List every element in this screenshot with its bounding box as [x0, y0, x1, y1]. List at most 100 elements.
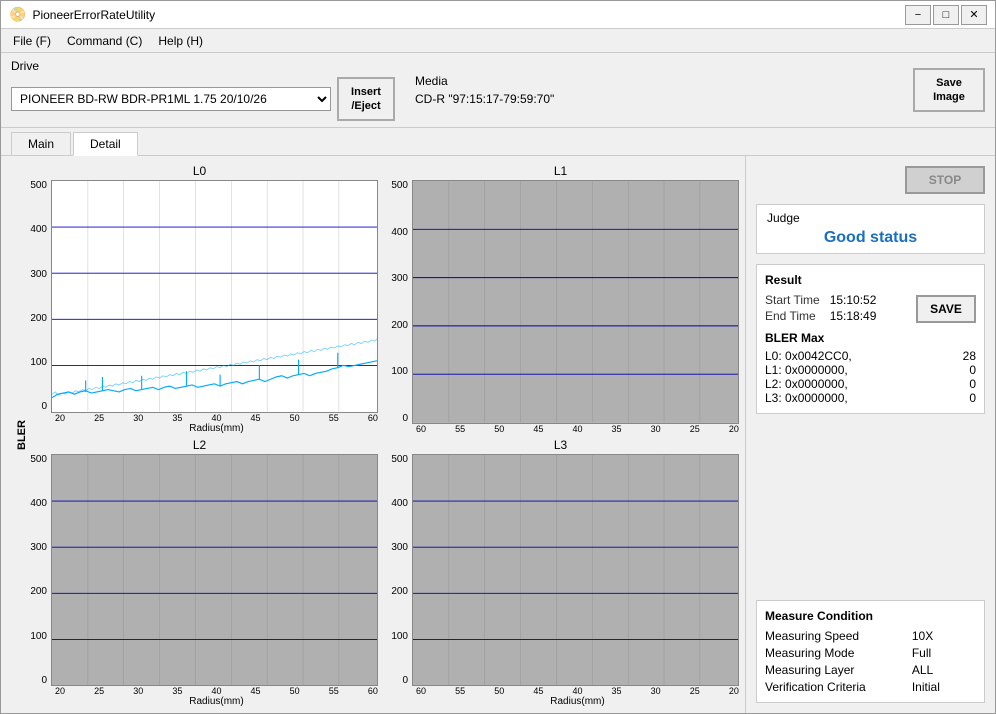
bler-l2-key: L2: 0x0000000, — [765, 377, 848, 391]
chart-l2-inner — [51, 454, 378, 687]
spacer — [756, 424, 985, 590]
bler-l2-row: L2: 0x0000000, 0 — [765, 377, 976, 391]
save-button[interactable]: SAVE — [916, 295, 976, 323]
chart-l3-x-labels: 60 55 50 45 40 35 30 25 20 — [382, 686, 739, 696]
measuring-mode-value: Full — [912, 646, 976, 660]
y-label: 100 — [30, 357, 47, 368]
y-label: 500 — [30, 180, 47, 191]
y-label: 400 — [30, 224, 47, 235]
chart-l0-y-axis: 500 400 300 200 100 0 — [21, 180, 51, 413]
tab-main[interactable]: Main — [11, 132, 71, 155]
drive-group: Drive PIONEER BD-RW BDR-PR1ML 1.75 20/10… — [11, 59, 395, 121]
menu-bar: File (F) Command (C) Help (H) — [1, 29, 995, 53]
media-label: Media — [415, 74, 893, 88]
toolbar: Drive PIONEER BD-RW BDR-PR1ML 1.75 20/10… — [1, 53, 995, 128]
close-button[interactable]: ✕ — [961, 5, 987, 25]
bler-l1-value: 0 — [969, 363, 976, 377]
chart-l3: L3 500 400 300 200 100 0 — [380, 436, 741, 710]
minimize-button[interactable]: − — [905, 5, 931, 25]
result-section: Result Start Time 15:10:52 End Time 15:1… — [756, 264, 985, 414]
judge-status: Good status — [767, 229, 974, 247]
title-bar-controls: − □ ✕ — [905, 5, 987, 25]
chart-l1-y-axis: 500 400 300 200 100 0 — [382, 180, 412, 424]
measuring-layer-label: Measuring Layer — [765, 663, 902, 677]
bler-max-section: BLER Max L0: 0x0042CC0, 28 L1: 0x0000000… — [765, 331, 976, 405]
bler-l0-key: L0: 0x0042CC0, — [765, 349, 852, 363]
menu-file[interactable]: File (F) — [5, 32, 59, 50]
main-content: BLER L0 500 400 300 200 100 0 — [1, 156, 995, 713]
measure-grid: Measuring Speed 10X Measuring Mode Full … — [765, 629, 976, 694]
drive-label: Drive — [11, 59, 395, 73]
main-window: 📀 PioneerErrorRateUtility − □ ✕ File (F)… — [0, 0, 996, 714]
media-group: Media CD-R "97:15:17-79:59:70" — [415, 74, 893, 106]
chart-l2: L2 500 400 300 200 100 0 — [19, 436, 380, 710]
drive-select[interactable]: PIONEER BD-RW BDR-PR1ML 1.75 20/10/26 — [11, 87, 331, 111]
start-time-value: 15:10:52 — [830, 293, 877, 307]
end-time-value: 15:18:49 — [830, 309, 877, 323]
result-grid: Start Time 15:10:52 End Time 15:18:49 — [765, 293, 876, 323]
bler-l3-row: L3: 0x0000000, 0 — [765, 391, 976, 405]
y-label: 200 — [30, 313, 47, 324]
chart-l2-x-labels: 20 25 30 35 40 45 50 55 60 — [21, 686, 378, 696]
chart-l0: L0 500 400 300 200 100 0 — [19, 162, 380, 436]
charts-area: BLER L0 500 400 300 200 100 0 — [1, 156, 745, 713]
chart-l1-inner — [412, 180, 739, 424]
chart-l1: L1 500 400 300 200 100 0 — [380, 162, 741, 436]
charts-grid: L0 500 400 300 200 100 0 — [5, 162, 741, 709]
y-label: 300 — [30, 269, 47, 280]
verification-criteria-value: Initial — [912, 680, 976, 694]
end-time-label: End Time — [765, 309, 820, 323]
tabs-bar: Main Detail — [1, 128, 995, 156]
window-title: PioneerErrorRateUtility — [32, 8, 155, 22]
menu-help[interactable]: Help (H) — [150, 32, 211, 50]
bler-max-title: BLER Max — [765, 331, 976, 345]
chart-l0-title: L0 — [21, 164, 378, 178]
result-header-row: Result Start Time 15:10:52 End Time 15:1… — [765, 273, 976, 323]
tab-detail[interactable]: Detail — [73, 132, 138, 156]
chart-l3-x-axis-label: Radius(mm) — [382, 696, 739, 707]
chart-l0-x-axis-label: Radius(mm) — [21, 423, 378, 434]
y-label: 0 — [41, 401, 47, 412]
result-left: Result Start Time 15:10:52 End Time 15:1… — [765, 273, 876, 323]
title-bar-left: 📀 PioneerErrorRateUtility — [9, 6, 155, 23]
bler-l1-row: L1: 0x0000000, 0 — [765, 363, 976, 377]
chart-l2-y-axis: 500 400 300 200 100 0 — [21, 454, 51, 687]
stop-button[interactable]: STOP — [905, 166, 985, 194]
bler-l2-value: 0 — [969, 377, 976, 391]
bler-l1-key: L1: 0x0000000, — [765, 363, 848, 377]
bler-l0-value: 28 — [963, 349, 976, 363]
insert-eject-button[interactable]: Insert/Eject — [337, 77, 395, 121]
chart-l3-y-axis: 500 400 300 200 100 0 — [382, 454, 412, 687]
bler-l0-row: L0: 0x0042CC0, 28 — [765, 349, 976, 363]
measuring-layer-value: ALL — [912, 663, 976, 677]
chart-l0-inner — [51, 180, 378, 413]
chart-l2-x-axis-label: Radius(mm) — [21, 696, 378, 707]
measure-section: Measure Condition Measuring Speed 10X Me… — [756, 600, 985, 703]
title-bar: 📀 PioneerErrorRateUtility − □ ✕ — [1, 1, 995, 29]
chart-l3-title: L3 — [382, 438, 739, 452]
save-image-button[interactable]: SaveImage — [913, 68, 985, 112]
bler-l3-key: L3: 0x0000000, — [765, 391, 848, 405]
maximize-button[interactable]: □ — [933, 5, 959, 25]
bler-l3-value: 0 — [969, 391, 976, 405]
judge-label: Judge — [767, 211, 974, 225]
start-time-label: Start Time — [765, 293, 820, 307]
result-title: Result — [765, 273, 876, 287]
chart-l1-title: L1 — [382, 164, 739, 178]
menu-command[interactable]: Command (C) — [59, 32, 150, 50]
chart-l3-inner — [412, 454, 739, 687]
measuring-speed-label: Measuring Speed — [765, 629, 902, 643]
verification-criteria-label: Verification Criteria — [765, 680, 902, 694]
judge-section: Judge Good status — [756, 204, 985, 254]
stop-row: STOP — [756, 166, 985, 194]
measuring-mode-label: Measuring Mode — [765, 646, 902, 660]
bler-y-axis-label: BLER — [16, 420, 28, 450]
chart-l2-title: L2 — [21, 438, 378, 452]
chart-l0-x-labels: 20 25 30 35 40 45 50 55 60 — [21, 413, 378, 423]
media-value: CD-R "97:15:17-79:59:70" — [415, 92, 893, 106]
measure-title: Measure Condition — [765, 609, 976, 623]
app-icon: 📀 — [9, 6, 26, 23]
chart-l1-x-labels: 60 55 50 45 40 35 30 25 20 — [382, 424, 739, 434]
right-panel: STOP Judge Good status Result Start Time… — [745, 156, 995, 713]
measuring-speed-value: 10X — [912, 629, 976, 643]
